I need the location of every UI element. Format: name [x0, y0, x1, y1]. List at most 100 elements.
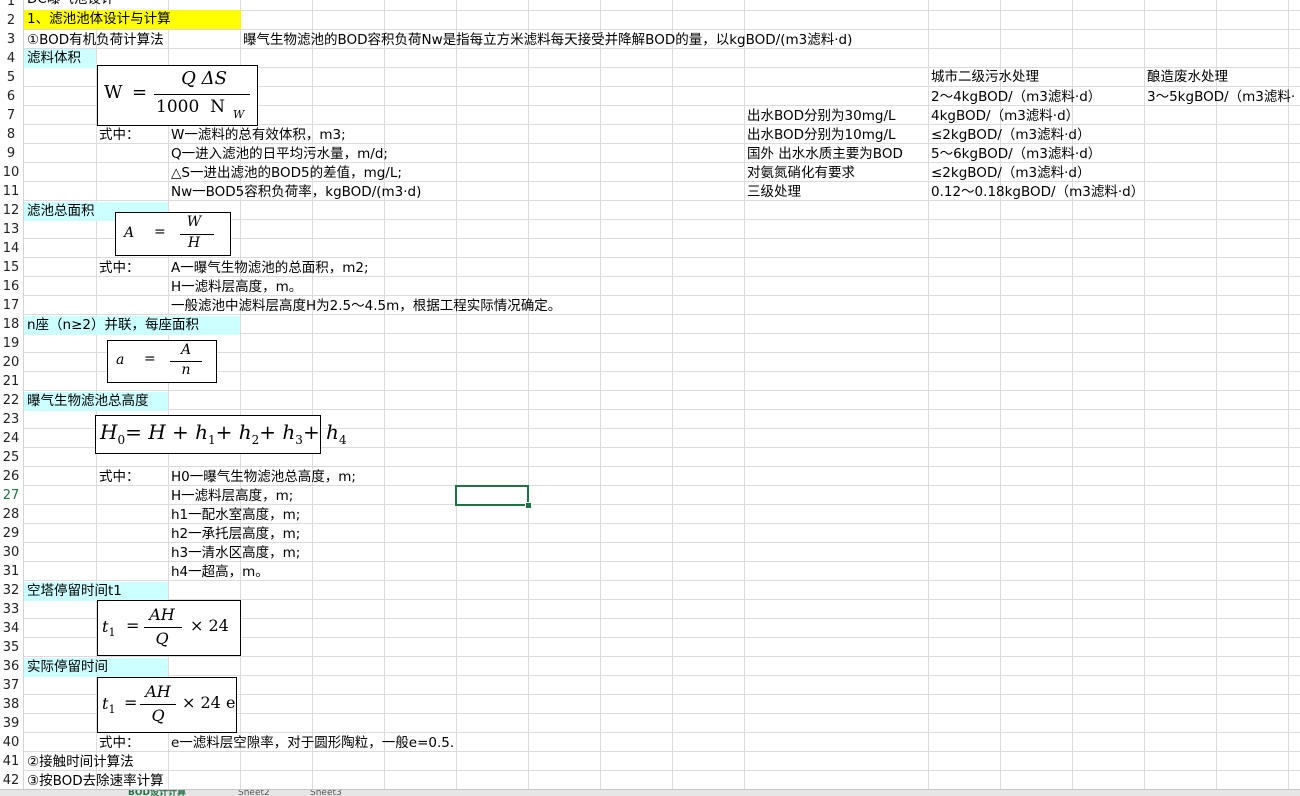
cell-city-range[interactable]: 2～4kgBOD/（m3滤料·d） — [928, 88, 1101, 107]
row-number[interactable]: 25 — [0, 448, 22, 467]
cell-nitrification-value[interactable]: ≤2kgBOD/（m3滤料·d） — [928, 164, 1090, 183]
row-number[interactable]: 32 — [0, 581, 22, 600]
cell-def-h-layer[interactable]: H一滤料层高度，m; — [168, 487, 293, 506]
row-number[interactable]: 38 — [0, 695, 22, 714]
row-number[interactable]: 36 — [0, 657, 22, 676]
row-number[interactable]: 21 — [0, 372, 22, 391]
cell-tertiary[interactable]: 三级处理 — [744, 183, 801, 202]
row-number[interactable]: 42 — [0, 771, 22, 789]
cell-brew-range[interactable]: 3～5kgBOD/（m3滤料· — [1144, 88, 1300, 107]
row-number[interactable]: 9 — [0, 144, 22, 163]
cell-empty-bed-time-heading[interactable]: 空塔停留时间t1 — [24, 582, 168, 601]
row-number[interactable]: 34 — [0, 619, 22, 638]
formula-empty-bed-time[interactable]: t1 = AH Q × 24 — [97, 600, 241, 656]
cell-foreign[interactable]: 国外 出水水质主要为BOD — [744, 145, 903, 164]
cell-def-nw[interactable]: Nw一BOD5容积负荷率，kgBOD/(m3·d) — [168, 183, 421, 202]
col-line — [672, 0, 673, 789]
row-number[interactable]: 20 — [0, 353, 22, 372]
cell-city-header[interactable]: 城市二级污水处理 — [928, 68, 1039, 87]
row-number[interactable]: 3 — [0, 30, 22, 49]
row-number[interactable]: 13 — [0, 220, 22, 239]
cell-where-label[interactable]: 式中： — [96, 126, 140, 145]
row-number[interactable]: 27 — [0, 486, 22, 505]
sheet-tab[interactable]: BOD设计计算 — [128, 790, 186, 796]
cell-outlet-30[interactable]: 出水BOD分别为30mg/L — [744, 107, 896, 126]
spreadsheet-grid[interactable]: 1 2 3 4 5 6 7 8 9 10 11 12 13 14 15 16 17 18 19 20 21 22 23 24 2… — [0, 0, 1300, 789]
row-number[interactable]: 15 — [0, 258, 22, 277]
row-number[interactable]: 12 — [0, 201, 22, 220]
cell-def-h[interactable]: H一滤料层高度，m。 — [168, 278, 302, 297]
cell-where-label[interactable]: 式中： — [96, 259, 140, 278]
row-number[interactable]: 5 — [0, 68, 22, 87]
row-number[interactable]: 31 — [0, 562, 22, 581]
row-number[interactable]: 11 — [0, 182, 22, 201]
active-cell-selection[interactable] — [455, 485, 529, 506]
cell-def-h1[interactable]: h1一配水室高度，m; — [168, 506, 300, 525]
cell-def-e[interactable]: e一滤料层空隙率，对于圆形陶粒，一般e=0.5. — [168, 734, 454, 753]
formula-total-height[interactable]: H0= H + h1+ h2+ h3+ h4 — [95, 415, 347, 454]
row-number[interactable]: 28 — [0, 505, 22, 524]
row-number[interactable]: 23 — [0, 410, 22, 429]
row-number[interactable]: 19 — [0, 334, 22, 353]
sheet-tab[interactable]: Sheet3 — [310, 790, 342, 796]
cell-filter-volume-heading[interactable]: 滤料体积 — [24, 49, 96, 68]
cell-def-h3[interactable]: h3一清水区高度，m; — [168, 544, 300, 563]
row-number[interactable]: 26 — [0, 467, 22, 486]
fill-handle[interactable] — [525, 502, 532, 509]
cell-def-ds[interactable]: △S一进出滤池的BOD5的差值，mg/L; — [168, 164, 402, 183]
cell-total-height-heading[interactable]: 曝气生物滤池总高度 — [24, 392, 168, 411]
cell-outlet-30-value[interactable]: 4kgBOD/（m3滤料·d） — [928, 107, 1079, 126]
formula-actual-time[interactable]: t1 = AH Q × 24 e — [97, 677, 237, 733]
cell-tertiary-value[interactable]: 0.12～0.18kgBOD/（m3滤料·d） — [928, 183, 1144, 202]
cell-method-1[interactable]: ①BOD有机负荷计算法 — [24, 31, 164, 50]
formula-eq: = — [144, 351, 156, 367]
cell-title[interactable]: DC曝气池设计 — [24, 0, 114, 9]
row-number[interactable]: 33 — [0, 600, 22, 619]
formula-filter-volume[interactable]: W = Q ΔS 1000 N W — [97, 65, 258, 126]
row-number[interactable]: 24 — [0, 429, 22, 448]
cell-parallel-heading[interactable]: n座（n≥2）并联，每座面积 — [24, 316, 240, 335]
cell-def-a[interactable]: A一曝气生物滤池的总面积，m2; — [168, 259, 369, 278]
cell-nitrification[interactable]: 对氨氮硝化有要求 — [744, 164, 855, 183]
row-number[interactable]: 7 — [0, 106, 22, 125]
cell-outlet-10-value[interactable]: ≤2kgBOD/（m3滤料·d） — [928, 126, 1090, 145]
row-number[interactable]: 14 — [0, 239, 22, 258]
row-number[interactable]: 6 — [0, 87, 22, 106]
cell-outlet-10[interactable]: 出水BOD分别为10mg/L — [744, 126, 896, 145]
cell-foreign-value[interactable]: 5～6kgBOD/（m3滤料·d） — [928, 145, 1101, 164]
cell-def-h4[interactable]: h4一超高，m。 — [168, 563, 269, 582]
cell-where-label[interactable]: 式中： — [96, 468, 140, 487]
cell-method-3[interactable]: ③按BOD去除速率计算 — [24, 772, 164, 789]
cell-brew-header[interactable]: 酿造废水处理 — [1144, 68, 1228, 87]
row-number[interactable]: 1 — [0, 0, 22, 11]
cell-def-w[interactable]: W一滤料的总有效体积，m3; — [168, 126, 346, 145]
cell-definition-nw[interactable]: 曝气生物滤池的BOD容积负荷Nw是指每立方米滤料每天接受并降解BOD的量，以kg… — [240, 31, 852, 50]
row-number[interactable]: 37 — [0, 676, 22, 695]
cell-where-label[interactable]: 式中： — [96, 734, 140, 753]
row-number[interactable]: 30 — [0, 543, 22, 562]
row-number[interactable]: 39 — [0, 714, 22, 733]
cell-def-q[interactable]: Q一进入滤池的日平均污水量，m/d; — [168, 145, 388, 164]
row-number[interactable]: 4 — [0, 49, 22, 68]
formula-total-area[interactable]: A = W H — [115, 212, 231, 256]
cell-section-heading[interactable]: 1、滤池池体设计与计算 — [24, 10, 241, 29]
row-number[interactable]: 35 — [0, 638, 22, 657]
row-number[interactable]: 2 — [0, 11, 22, 30]
cell-def-h0[interactable]: H0一曝气生物滤池总高度，m; — [168, 468, 356, 487]
cell-def-h2[interactable]: h2一承托层高度，m; — [168, 525, 300, 544]
cell-actual-time-heading[interactable]: 实际停留时间 — [24, 658, 168, 677]
sheet-tab[interactable]: Sheet2 — [238, 790, 270, 796]
row-number[interactable]: 40 — [0, 733, 22, 752]
row-number[interactable]: 16 — [0, 277, 22, 296]
row-number[interactable]: 10 — [0, 163, 22, 182]
row-number[interactable]: 8 — [0, 125, 22, 144]
cell-method-2[interactable]: ②接触时间计算法 — [24, 753, 134, 772]
row-number[interactable]: 17 — [0, 296, 22, 315]
row-number[interactable]: 29 — [0, 524, 22, 543]
formula-unit-area[interactable]: a = A n — [107, 340, 217, 383]
row-header[interactable]: 1 2 3 4 5 6 7 8 9 10 11 12 13 14 15 16 17 18 19 20 21 22 23 24 2… — [0, 0, 24, 789]
row-number[interactable]: 18 — [0, 315, 22, 334]
row-number[interactable]: 22 — [0, 391, 22, 410]
row-number[interactable]: 41 — [0, 752, 22, 771]
cell-note-h[interactable]: 一般滤池中滤料层高度H为2.5～4.5m，根据工程实际情况确定。 — [168, 297, 561, 316]
